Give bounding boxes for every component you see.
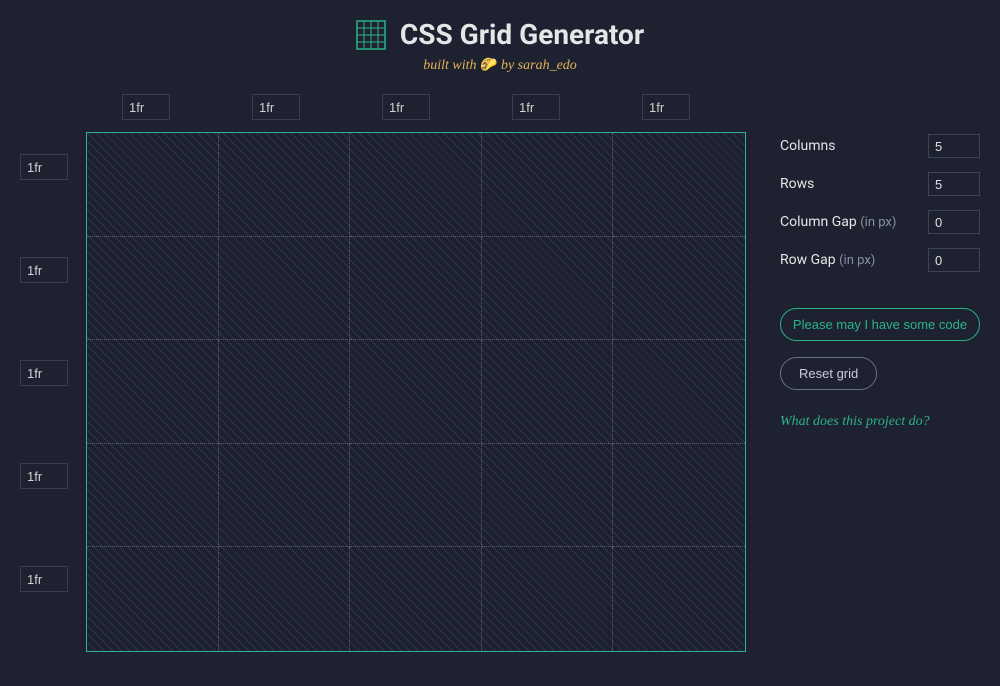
- grid-cell[interactable]: [219, 340, 351, 444]
- grid-cell[interactable]: [87, 547, 219, 651]
- grid-cell[interactable]: [219, 444, 351, 548]
- row-gap-field: Row Gap (in px): [780, 248, 980, 272]
- column-size-input[interactable]: [642, 94, 690, 120]
- row-size-input[interactable]: [20, 566, 68, 592]
- column-gap-field: Column Gap (in px): [780, 210, 980, 234]
- grid-section: [86, 94, 746, 652]
- grid-cell[interactable]: [613, 237, 745, 341]
- sidebar: Columns Rows Column Gap (in px) Row Gap …: [780, 94, 980, 430]
- grid-cell[interactable]: [482, 547, 614, 651]
- grid-cell[interactable]: [219, 133, 351, 237]
- subtitle-author[interactable]: by sarah_edo: [501, 58, 577, 73]
- grid-canvas[interactable]: [86, 132, 746, 652]
- row-size-input[interactable]: [20, 257, 68, 283]
- column-size-input[interactable]: [382, 94, 430, 120]
- column-gap-label: Column Gap (in px): [780, 214, 896, 230]
- grid-cell[interactable]: [350, 547, 482, 651]
- subtitle: built with 🌮 by sarah_edo: [0, 57, 1000, 74]
- grid-cell[interactable]: [350, 133, 482, 237]
- row-size-input[interactable]: [20, 463, 68, 489]
- grid-logo-icon: [356, 20, 386, 50]
- grid-cell[interactable]: [87, 444, 219, 548]
- row-gap-label: Row Gap (in px): [780, 252, 875, 268]
- grid-cell[interactable]: [482, 133, 614, 237]
- grid-cell[interactable]: [613, 444, 745, 548]
- columns-field: Columns: [780, 134, 980, 158]
- column-gap-units: (in px): [860, 215, 896, 230]
- rows-label: Rows: [780, 176, 814, 192]
- row-sizes: [20, 94, 78, 592]
- grid-cell[interactable]: [350, 444, 482, 548]
- column-gap-label-text: Column Gap: [780, 214, 857, 230]
- title-row: CSS Grid Generator: [0, 18, 1000, 51]
- reset-grid-button[interactable]: Reset grid: [780, 357, 877, 390]
- subtitle-prefix: built with: [423, 58, 480, 73]
- grid-cell[interactable]: [350, 237, 482, 341]
- column-size-input[interactable]: [122, 94, 170, 120]
- grid-cell[interactable]: [87, 340, 219, 444]
- grid-cell[interactable]: [219, 547, 351, 651]
- column-size-input[interactable]: [512, 94, 560, 120]
- row-gap-input[interactable]: [928, 248, 980, 272]
- row-size-input[interactable]: [20, 154, 68, 180]
- grid-cell[interactable]: [219, 237, 351, 341]
- column-size-input[interactable]: [252, 94, 300, 120]
- generate-code-button[interactable]: Please may I have some code: [780, 308, 980, 341]
- grid-cell[interactable]: [482, 237, 614, 341]
- columns-input[interactable]: [928, 134, 980, 158]
- grid-cell[interactable]: [350, 340, 482, 444]
- about-link[interactable]: What does this project do?: [780, 414, 980, 430]
- page-title: CSS Grid Generator: [400, 18, 644, 51]
- grid-cell[interactable]: [87, 133, 219, 237]
- grid-cell[interactable]: [87, 237, 219, 341]
- grid-cell[interactable]: [482, 444, 614, 548]
- columns-label: Columns: [780, 138, 835, 154]
- grid-cell[interactable]: [482, 340, 614, 444]
- column-sizes: [86, 94, 746, 120]
- grid-cell[interactable]: [613, 340, 745, 444]
- row-gap-units: (in px): [839, 253, 875, 268]
- header: CSS Grid Generator built with 🌮 by sarah…: [0, 0, 1000, 74]
- row-gap-label-text: Row Gap: [780, 252, 836, 268]
- main: Columns Rows Column Gap (in px) Row Gap …: [0, 74, 1000, 652]
- row-size-input[interactable]: [20, 360, 68, 386]
- grid-cell[interactable]: [613, 133, 745, 237]
- rows-input[interactable]: [928, 172, 980, 196]
- taco-icon: 🌮: [480, 58, 497, 73]
- rows-field: Rows: [780, 172, 980, 196]
- column-gap-input[interactable]: [928, 210, 980, 234]
- grid-cell[interactable]: [613, 547, 745, 651]
